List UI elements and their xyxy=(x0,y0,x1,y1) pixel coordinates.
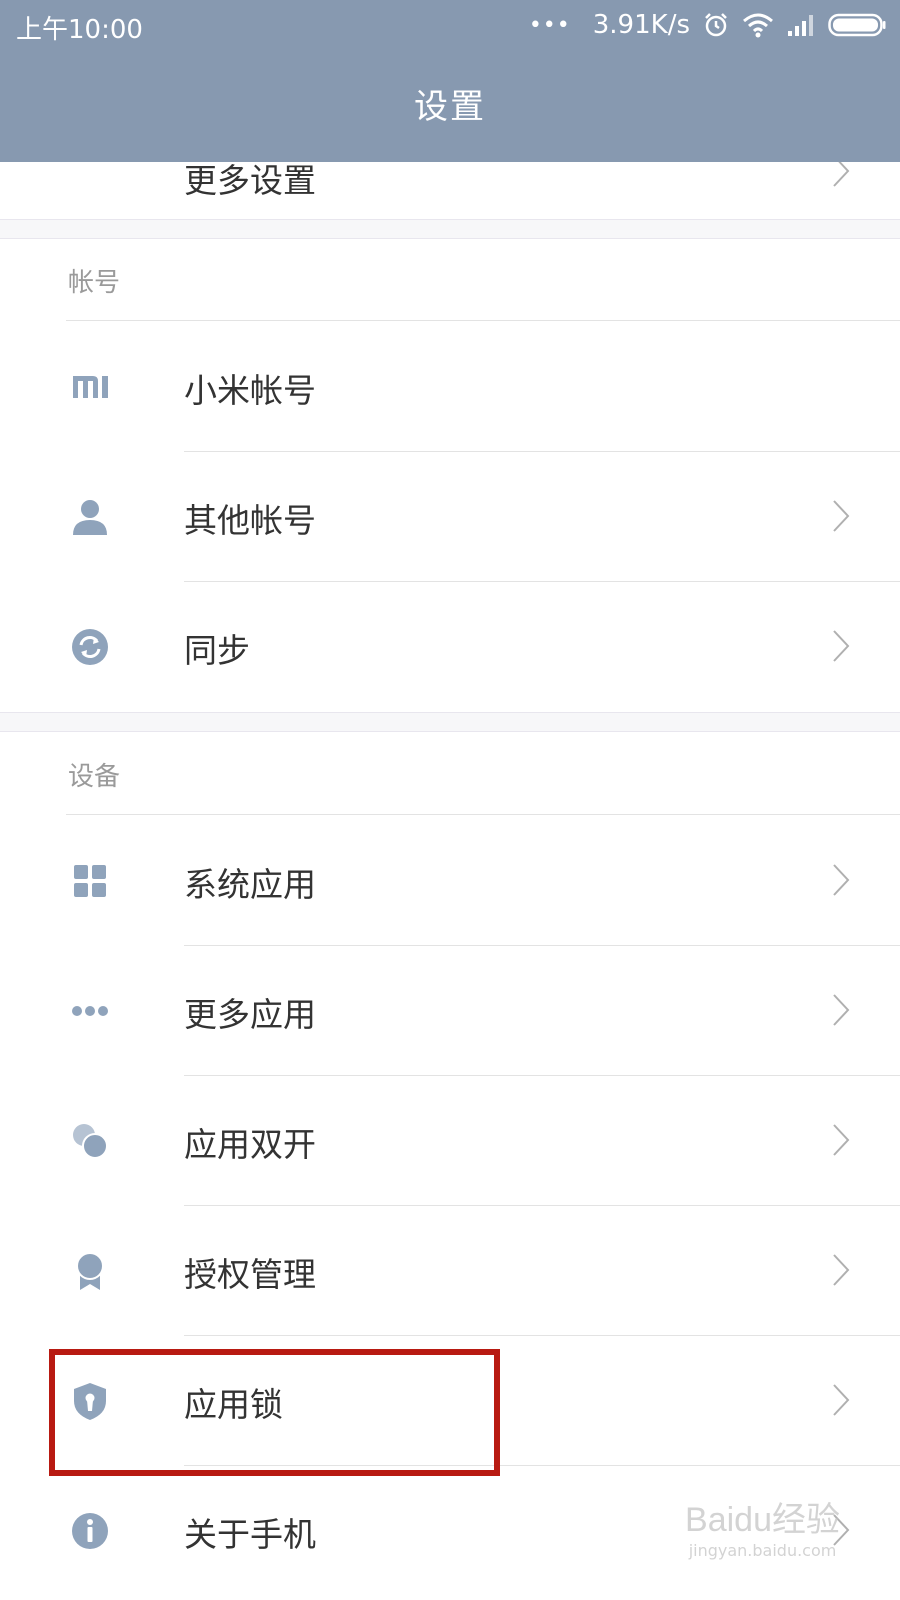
settings-item-sync[interactable]: 同步 xyxy=(0,582,900,712)
chevron-right-icon xyxy=(833,1254,850,1286)
settings-item-label: 其他帐号 xyxy=(184,501,316,540)
page-title: 设置 xyxy=(414,86,486,127)
network-speed: 3.91K/s xyxy=(592,10,690,40)
settings-item-label: 应用双开 xyxy=(184,1125,316,1164)
settings-item-label: 小米帐号 xyxy=(184,371,316,410)
more-notifications-icon: ••• xyxy=(528,12,571,38)
wifi-icon xyxy=(743,13,773,38)
watermark-url: jingyan.baidu.com xyxy=(688,1541,837,1560)
chevron-right-icon xyxy=(833,994,850,1026)
chevron-right-icon xyxy=(833,1384,850,1416)
section-divider xyxy=(0,219,900,239)
watermark-logo: Baidu经验 xyxy=(685,1501,840,1539)
alarm-icon xyxy=(705,13,727,37)
settings-item-label: 授权管理 xyxy=(184,1255,316,1294)
status-bar: 上午10:00 ••• 3.91K/s xyxy=(0,0,900,52)
settings-item-label: 同步 xyxy=(184,631,250,670)
section-divider xyxy=(0,712,900,732)
chevron-right-icon xyxy=(833,630,850,662)
info-icon xyxy=(72,1513,108,1549)
settings-item-system-apps[interactable]: 系统应用 xyxy=(0,816,900,946)
settings-item-other-accounts[interactable]: 其他帐号 xyxy=(0,452,900,582)
highlight-box xyxy=(49,1349,500,1476)
settings-item-permissions[interactable]: 授权管理 xyxy=(0,1206,900,1336)
divider xyxy=(66,320,900,321)
more-dots-icon xyxy=(72,1006,108,1016)
app-bar: 设置 xyxy=(0,52,900,162)
watermark: Baidu经验 jingyan.baidu.com xyxy=(685,1492,840,1560)
mi-icon xyxy=(73,376,108,398)
status-time: 上午10:00 xyxy=(16,15,143,45)
settings-item-label: 更多应用 xyxy=(184,995,316,1034)
section-header-device: 设备 xyxy=(68,762,121,792)
signal-icon xyxy=(788,15,813,36)
settings-item-mi-account[interactable]: 小米帐号 xyxy=(0,322,900,452)
settings-item-label: 关于手机 xyxy=(184,1515,316,1554)
badge-icon xyxy=(76,1252,104,1290)
settings-item-label: 系统应用 xyxy=(184,865,316,904)
battery-icon xyxy=(828,13,886,37)
chevron-right-icon xyxy=(833,500,850,532)
status-right: ••• 3.91K/s xyxy=(529,8,886,42)
grid-icon xyxy=(74,865,106,897)
chevron-right-icon xyxy=(833,864,850,896)
section-header-account: 帐号 xyxy=(68,268,121,298)
dual-apps-icon xyxy=(73,1124,108,1159)
person-icon xyxy=(73,500,107,535)
settings-item-more-apps[interactable]: 更多应用 xyxy=(0,946,900,1076)
sync-icon xyxy=(72,629,108,665)
settings-item-dual-apps[interactable]: 应用双开 xyxy=(0,1076,900,1206)
divider xyxy=(66,814,900,815)
chevron-right-icon xyxy=(833,1124,850,1156)
